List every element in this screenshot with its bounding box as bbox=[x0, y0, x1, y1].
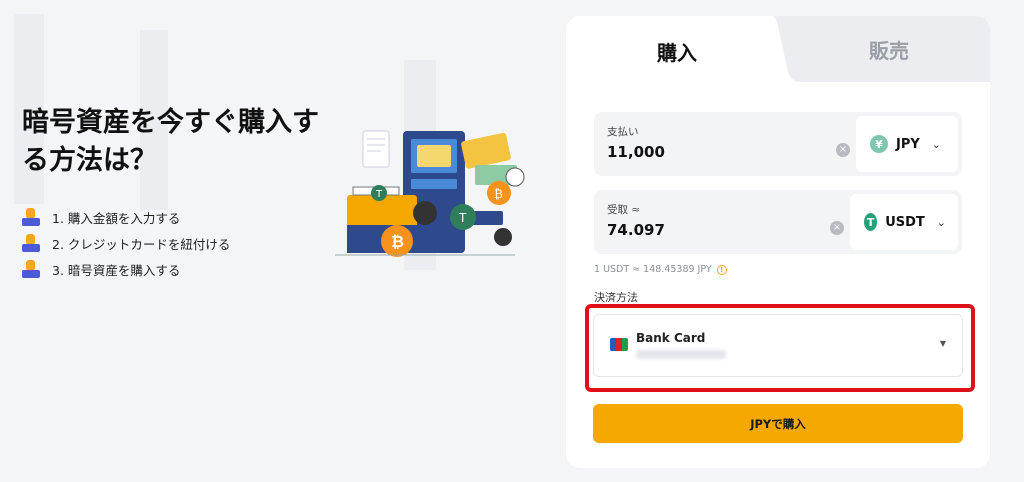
pay-amount-input[interactable]: 11,000 bbox=[607, 143, 665, 161]
caret-down-icon: ▼ bbox=[939, 339, 946, 348]
payment-method-select[interactable]: Bank Card ▼ bbox=[593, 314, 963, 377]
receive-label: 受取 ≈ bbox=[607, 204, 641, 216]
coin-stack-icon bbox=[22, 260, 40, 278]
crypto-atm-illustration: T ₿ ₿ T bbox=[335, 130, 525, 257]
receive-currency-code: USDT bbox=[885, 214, 925, 230]
clear-icon[interactable]: × bbox=[830, 221, 844, 235]
tether-icon: T bbox=[864, 213, 878, 231]
receive-currency-select[interactable]: T USDT ⌄ bbox=[850, 194, 958, 250]
step-item: 1. 購入金額を入力する bbox=[22, 204, 230, 230]
buy-button[interactable]: JPYで購入 bbox=[593, 404, 963, 443]
tab-buy[interactable]: 購入 bbox=[566, 16, 788, 86]
trade-card: 購入 販売 支払い 11,000 × ¥ JPY ⌄ 受取 ≈ 74.097 ×… bbox=[566, 16, 990, 468]
step-label: 2. クレジットカードを紐付ける bbox=[52, 236, 231, 252]
receive-amount-input[interactable]: 74.097 bbox=[607, 221, 665, 239]
payment-method-label: 決済方法 bbox=[594, 291, 638, 304]
pay-label: 支払い bbox=[607, 126, 639, 138]
info-icon[interactable]: ! bbox=[716, 264, 727, 275]
card-number-blurred bbox=[636, 350, 726, 359]
payment-method-title: Bank Card bbox=[636, 331, 706, 345]
pay-currency-code: JPY bbox=[896, 136, 920, 152]
svg-text:T: T bbox=[458, 211, 467, 225]
exchange-rate: 1 USDT ≈ 148.45389 JPY ! bbox=[594, 264, 727, 275]
step-label: 1. 購入金額を入力する bbox=[52, 210, 181, 226]
chevron-down-icon: ⌄ bbox=[931, 137, 941, 151]
svg-text:T: T bbox=[375, 189, 383, 200]
coin-stack-icon bbox=[22, 208, 40, 226]
jcb-card-icon bbox=[610, 338, 628, 351]
tab-sell[interactable]: 販売 bbox=[788, 16, 990, 82]
step-item: 2. クレジットカードを紐付ける bbox=[22, 230, 230, 256]
exchange-rate-text: 1 USDT ≈ 148.45389 JPY bbox=[594, 264, 712, 275]
svg-text:₿: ₿ bbox=[494, 187, 503, 201]
chevron-down-icon: ⌄ bbox=[936, 215, 946, 229]
pay-amount-field[interactable]: 支払い 11,000 × ¥ JPY ⌄ bbox=[594, 112, 962, 176]
pay-currency-select[interactable]: ¥ JPY ⌄ bbox=[856, 116, 958, 172]
steps-list: 1. 購入金額を入力する 2. クレジットカードを紐付ける 3. 暗号資産を購入… bbox=[22, 204, 230, 282]
receive-amount-field[interactable]: 受取 ≈ 74.097 × T USDT ⌄ bbox=[594, 190, 962, 254]
step-label: 3. 暗号資産を購入する bbox=[52, 262, 181, 278]
yen-icon: ¥ bbox=[870, 135, 888, 153]
page-title: 暗号資産を今すぐ購入する方法は？ bbox=[22, 107, 319, 176]
clear-icon[interactable]: × bbox=[836, 143, 850, 157]
coin-stack-icon bbox=[22, 234, 40, 252]
step-item: 3. 暗号資産を購入する bbox=[22, 256, 230, 282]
svg-text:₿: ₿ bbox=[391, 232, 404, 251]
